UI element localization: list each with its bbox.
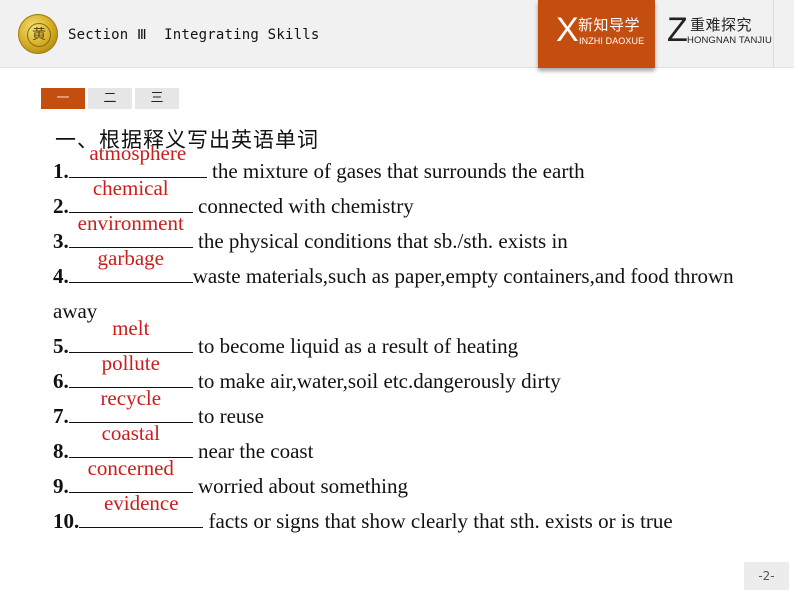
- nav-label-pinyin: HONGNAN TANJIU: [687, 35, 772, 46]
- item-definition: the mixture of gases that surrounds the …: [206, 159, 585, 183]
- header-bar: 黄 Section Ⅲ Integrating Skills X 新知导学 IN…: [0, 0, 794, 68]
- answer-text: concerned: [87, 456, 174, 480]
- nav-label-cn: 新知导学: [578, 16, 641, 34]
- section-tabs: 一 二 三: [41, 88, 179, 109]
- item-definition: facts or signs that show clearly that st…: [203, 509, 673, 533]
- answer-blank[interactable]: environment: [68, 211, 193, 248]
- item-number: 8: [53, 439, 64, 463]
- answer-blank[interactable]: recycle: [68, 386, 193, 423]
- answer-blank[interactable]: pollute: [68, 351, 193, 388]
- item-number: 3: [53, 229, 64, 253]
- emblem-glyph: 黄: [27, 23, 51, 47]
- item-number: 4: [53, 264, 64, 288]
- answer-blank[interactable]: coastal: [68, 421, 193, 458]
- answer-text: atmosphere: [89, 141, 187, 165]
- nav-letter: Z: [667, 11, 688, 49]
- answer-text: melt: [112, 316, 150, 340]
- answer-text: coastal: [101, 421, 160, 445]
- tab-three[interactable]: 三: [135, 88, 179, 109]
- answer-blank[interactable]: concerned: [68, 456, 193, 493]
- list-item: 10. evidence facts or signs that show cle…: [53, 491, 673, 533]
- answer-blank[interactable]: melt: [68, 316, 193, 353]
- nav-label-cn: 重难探究: [690, 16, 753, 34]
- item-definition: worried about something: [192, 474, 408, 498]
- item-number: 2: [53, 194, 64, 218]
- tab-two[interactable]: 二: [88, 88, 132, 109]
- page-number: -2-: [744, 562, 789, 590]
- item-number: 5: [53, 334, 64, 358]
- item-number: 10: [53, 509, 74, 533]
- answer-text: environment: [77, 211, 184, 235]
- tab-one[interactable]: 一: [41, 88, 85, 109]
- item-number: 6: [53, 369, 64, 393]
- item-definition: to make air,water,soil etc.dangerously d…: [192, 369, 561, 393]
- item-definition: connected with chemistry: [192, 194, 414, 218]
- item-definition: near the coast: [192, 439, 314, 463]
- item-definition: the physical conditions that sb./sth. ex…: [192, 229, 568, 253]
- answer-blank[interactable]: chemical: [68, 176, 193, 213]
- nav-tab-zhongnan-tanjiu[interactable]: Z 重难探究 HONGNAN TANJIU: [657, 0, 773, 67]
- nav-label-pinyin: INZHI DAOXUE: [579, 36, 645, 46]
- nav-divider: [773, 0, 774, 67]
- item-definition: to reuse: [192, 404, 264, 428]
- answer-blank[interactable]: evidence: [79, 491, 204, 528]
- section-title: Section Ⅲ Integrating Skills: [68, 27, 320, 43]
- answer-text: garbage: [97, 246, 164, 270]
- answer-text: recycle: [100, 386, 162, 410]
- answer-text: chemical: [92, 176, 169, 200]
- nav-letter: X: [556, 11, 579, 49]
- item-definition: to become liquid as a result of heating: [192, 334, 519, 358]
- exercise-list: 1. atmosphere the mixture of gases that s…: [53, 141, 753, 539]
- item-number: 1: [53, 159, 64, 183]
- answer-blank[interactable]: garbage: [68, 246, 193, 283]
- school-emblem-icon: 黄: [18, 14, 58, 54]
- item-number: 7: [53, 404, 64, 428]
- answer-blank[interactable]: atmosphere: [68, 141, 207, 178]
- item-number: 9: [53, 474, 64, 498]
- nav-tab-xinzhi-daoxue[interactable]: X 新知导学 INZHI DAOXUE: [538, 0, 655, 68]
- answer-text: pollute: [101, 351, 160, 375]
- answer-text: evidence: [103, 491, 179, 515]
